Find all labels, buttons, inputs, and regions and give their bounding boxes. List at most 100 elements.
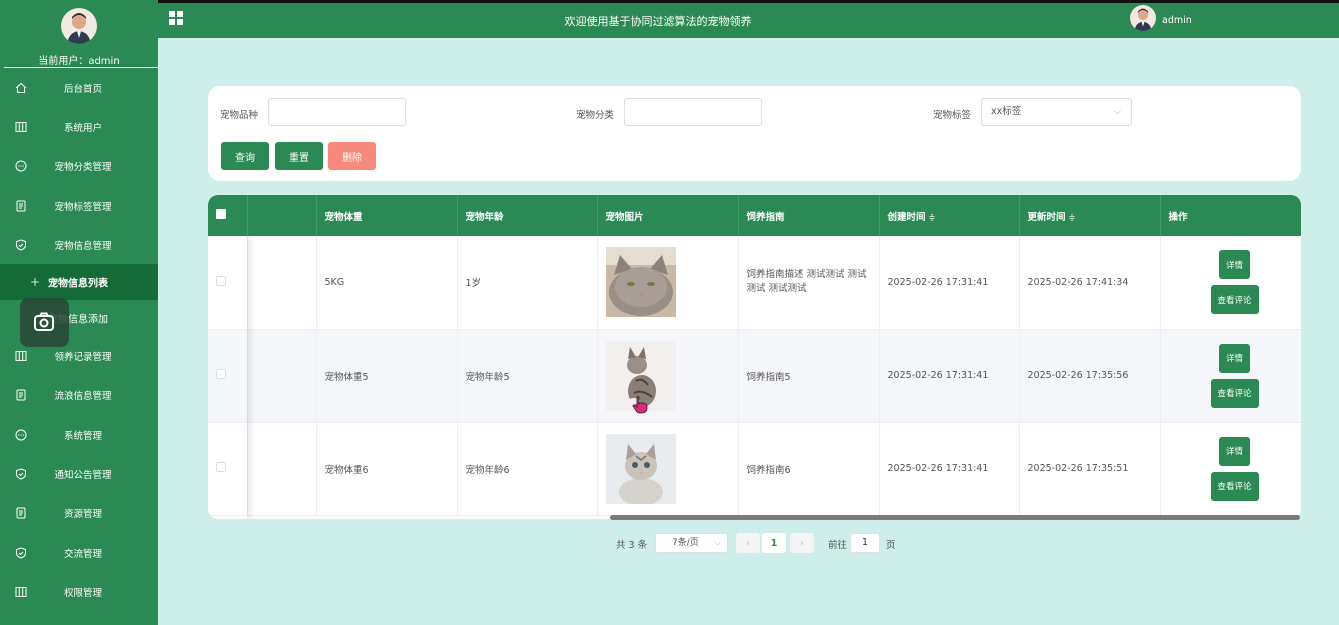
sidebar-item-stray-info[interactable]: 流浪信息管理 [0, 376, 158, 415]
index-cell [247, 329, 317, 423]
table-row: 宠物体重6 宠物年龄6 饲养指南6 2025-02-26 17:31:41 20… [208, 422, 1301, 516]
header-created[interactable]: 创建时间 ≑ [879, 195, 1020, 236]
row-actions: 详情 查看评论 [1169, 436, 1301, 501]
row-select-cell[interactable] [208, 329, 248, 423]
page-size-select[interactable]: 7条/页 ⌵ [655, 533, 728, 553]
header-guide: 饲养指南 [738, 195, 880, 236]
delete-button[interactable]: 删除 [328, 142, 376, 170]
select-all-checkbox[interactable] [216, 209, 226, 219]
sidebar-item-label: 资源管理 [63, 509, 102, 521]
chevron-down-icon: ⌵ [1114, 107, 1121, 117]
image-cell [597, 422, 739, 516]
header-index [247, 195, 317, 236]
breed-label: 宠物品种 [220, 110, 259, 121]
tag-label: 宠物标签 [933, 110, 972, 121]
header-updated[interactable]: 更新时间 ≑ [1019, 195, 1161, 236]
sidebar-item-label: 宠物标签管理 [54, 201, 112, 213]
sidebar-item-home[interactable]: 后台首页 [0, 68, 158, 107]
table-row: 宠物体重5 宠物年龄5 饲养指南5 2025-02-26 17:31:41 20… [208, 329, 1301, 423]
detail-button[interactable]: 详情 [1219, 436, 1250, 466]
sidebar-subitem-pet-list[interactable]: + 宠物信息列表 [0, 264, 158, 301]
header-created-label: 创建时间 [887, 211, 926, 223]
pet-image-kitten[interactable] [605, 433, 676, 504]
row-checkbox[interactable] [216, 275, 226, 286]
horizontal-scrollbar[interactable] [610, 515, 1300, 520]
category-input[interactable] [624, 98, 762, 126]
prev-page-button[interactable]: ‹ [736, 533, 760, 553]
weight-cell: 宠物体重5 [316, 329, 458, 423]
detail-button[interactable]: 详情 [1219, 250, 1250, 280]
index-cell [247, 422, 317, 516]
row-select-cell[interactable] [208, 422, 248, 516]
view-comments-button[interactable]: 查看评论 [1210, 378, 1259, 408]
avatar-icon [1134, 8, 1152, 31]
weight-cell: 5KG [316, 236, 458, 330]
data-table: 宠物体重 宠物年龄 宠物图片 饲养指南 创建时间 ≑ 更新时间 ≑ 操作 5KG 1… [208, 195, 1301, 516]
image-cell [597, 236, 739, 330]
sidebar-item-communication[interactable]: 交流管理 [0, 533, 158, 572]
sidebar-item-label: 后台首页 [63, 83, 102, 95]
row-checkbox[interactable] [216, 369, 226, 379]
sidebar-item-resources[interactable]: 资源管理 [0, 494, 158, 533]
header-weight: 宠物体重 [316, 195, 458, 236]
query-button[interactable]: 查询 [221, 142, 269, 170]
header-age: 宠物年龄 [457, 195, 598, 236]
pet-table: 宠物体重 宠物年龄 宠物图片 饲养指南 创建时间 ≑ 更新时间 ≑ 操作 5KG 1… [208, 195, 1301, 519]
view-comments-button[interactable]: 查看评论 [1210, 471, 1259, 501]
sidebar-item-system-users[interactable]: 系统用户 [0, 107, 158, 146]
goto-page-input[interactable]: 1 [850, 533, 880, 553]
sidebar-item-permissions[interactable]: 权限管理 [0, 572, 158, 611]
guide-cell: 饲养指南5 [738, 329, 880, 423]
table-row: 5KG 1岁 饲养指南描述 测试测试 测试测试 测试测试 2025-02-26 … [208, 236, 1301, 330]
sidebar-item-label: 系统管理 [63, 430, 102, 442]
chevron-down-icon: ⌵ [714, 538, 721, 548]
age-cell: 宠物年龄5 [457, 329, 598, 423]
page-title: 欢迎使用基于协同过滤算法的宠物领养 [564, 15, 752, 28]
sidebar-item-notices[interactable]: 通知公告管理 [0, 454, 158, 493]
detail-button[interactable]: 详情 [1219, 343, 1250, 373]
pet-image-cat-grey[interactable] [605, 247, 676, 318]
sort-icon[interactable]: ≑ [1069, 213, 1076, 222]
select-all-cell[interactable] [208, 195, 248, 236]
header-image: 宠物图片 [597, 195, 739, 236]
breed-input[interactable] [268, 98, 406, 126]
age-cell: 宠物年龄6 [457, 422, 598, 516]
table-header-row: 宠物体重 宠物年龄 宠物图片 饲养指南 创建时间 ≑ 更新时间 ≑ 操作 [208, 195, 1301, 236]
header-ops: 操作 [1160, 195, 1301, 236]
sidebar-item-label: 宠物信息管理 [54, 240, 112, 252]
reset-button[interactable]: 重置 [275, 142, 323, 170]
goto-suffix: 页 [886, 540, 896, 551]
sort-icon[interactable]: ≑ [929, 213, 936, 222]
screenshot-tool-button[interactable] [20, 298, 69, 347]
goto-prefix: 前往 [828, 540, 848, 551]
next-page-button[interactable]: › [790, 533, 814, 553]
sidebar-item-pet-tags[interactable]: 宠物标签管理 [0, 186, 158, 225]
current-page[interactable]: 1 [762, 533, 786, 553]
updated-cell: 2025-02-26 17:35:56 [1019, 329, 1161, 423]
created-cell: 2025-02-26 17:31:41 [879, 329, 1020, 423]
topbar: 欢迎使用基于协同过滤算法的宠物领养 admin [158, 0, 1339, 38]
sidebar-item-label: 交流管理 [63, 548, 102, 560]
avatar[interactable] [61, 8, 97, 44]
sidebar-item-label: 系统用户 [63, 122, 102, 134]
sidebar-item-pet-info[interactable]: 宠物信息管理 [0, 225, 158, 264]
search-form: 宠物品种 宠物分类 宠物标签 xx标签 ⌵ 查询 重置 删除 [208, 86, 1301, 181]
page-size-value: 7条/页 [672, 538, 699, 548]
header-updated-label: 更新时间 [1027, 211, 1066, 223]
username[interactable]: admin [1162, 15, 1192, 26]
avatar[interactable] [1130, 5, 1156, 31]
sidebar-item-label: 领养记录管理 [54, 352, 112, 364]
created-cell: 2025-02-26 17:31:41 [879, 236, 1020, 330]
sidebar-item-label: 权限管理 [63, 587, 102, 599]
created-cell: 2025-02-26 17:31:41 [879, 422, 1020, 516]
row-checkbox[interactable] [216, 462, 226, 472]
row-select-cell[interactable] [208, 236, 248, 330]
category-label: 宠物分类 [576, 110, 615, 121]
sidebar-item-system-management[interactable]: 系统管理 [0, 415, 158, 454]
row-actions: 详情 查看评论 [1169, 250, 1301, 315]
guide-cell: 饲养指南6 [738, 422, 880, 516]
tag-select[interactable]: xx标签 ⌵ [981, 98, 1132, 126]
sidebar-item-pet-category[interactable]: 宠物分类管理 [0, 147, 158, 186]
current-user-label: 当前用户：admin [38, 56, 120, 67]
view-comments-button[interactable]: 查看评论 [1210, 285, 1259, 315]
